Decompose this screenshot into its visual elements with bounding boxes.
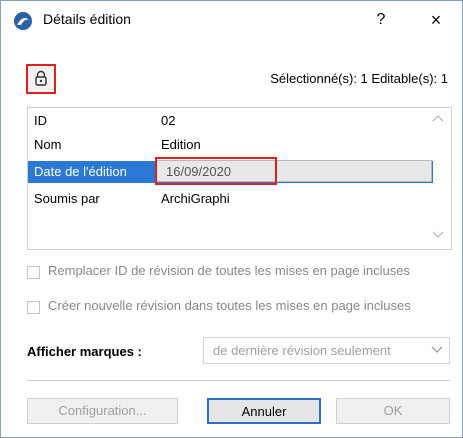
selection-info: Sélectionné(s): 1 Editable(s): 1 bbox=[270, 71, 448, 86]
replace-id-label: Remplacer ID de révision de toutes les m… bbox=[48, 263, 411, 278]
new-revision-option[interactable]: Créer nouvelle révision dans toutes les … bbox=[27, 298, 447, 332]
close-button[interactable]: × bbox=[421, 7, 451, 33]
show-marks-value: de dernière révision seulement bbox=[213, 343, 391, 358]
property-key: Nom bbox=[34, 137, 62, 152]
dialog-window: Détails édition ? × Sélectionné(s): 1 Ed… bbox=[0, 0, 463, 438]
replace-id-option[interactable]: Remplacer ID de révision de toutes les m… bbox=[27, 263, 447, 297]
chevron-down-icon bbox=[431, 343, 443, 357]
ok-button[interactable]: OK bbox=[336, 398, 450, 424]
new-revision-checkbox[interactable] bbox=[27, 301, 40, 314]
property-key: Soumis par bbox=[34, 191, 100, 206]
divider bbox=[27, 380, 450, 381]
property-key: Date de l'édition bbox=[34, 164, 127, 179]
table-row[interactable]: Soumis par ArchiGraphi bbox=[28, 188, 433, 210]
lock-icon bbox=[34, 70, 48, 89]
properties-table: ID 02 Nom Edition Date de l'édition 16/0… bbox=[27, 107, 452, 250]
replace-id-checkbox[interactable] bbox=[27, 266, 40, 279]
archicad-icon bbox=[13, 11, 33, 31]
cancel-button[interactable]: Annuler bbox=[207, 398, 321, 424]
property-value: ArchiGraphi bbox=[161, 191, 230, 206]
property-value: 02 bbox=[161, 113, 176, 128]
date-highlight-frame bbox=[155, 157, 277, 185]
property-value: Edition bbox=[161, 137, 201, 152]
table-row[interactable]: ID 02 bbox=[28, 110, 433, 132]
help-button[interactable]: ? bbox=[369, 7, 393, 33]
chevron-down-icon[interactable] bbox=[432, 228, 444, 242]
table-row[interactable]: Nom Edition bbox=[28, 134, 433, 156]
lock-button[interactable] bbox=[26, 64, 56, 94]
new-revision-label: Créer nouvelle révision dans toutes les … bbox=[48, 298, 411, 313]
title-bar: Détails édition ? × bbox=[1, 1, 462, 39]
table-row-selected[interactable]: Date de l'édition 16/09/2020 bbox=[28, 157, 433, 185]
dialog-title: Détails édition bbox=[43, 11, 131, 27]
configuration-button[interactable]: Configuration... bbox=[27, 398, 178, 424]
chevron-up-icon[interactable] bbox=[432, 111, 444, 125]
show-marks-select[interactable]: de dernière révision seulement bbox=[203, 337, 450, 364]
property-key: ID bbox=[34, 113, 47, 128]
show-marks-label: Afficher marques : bbox=[27, 344, 142, 359]
